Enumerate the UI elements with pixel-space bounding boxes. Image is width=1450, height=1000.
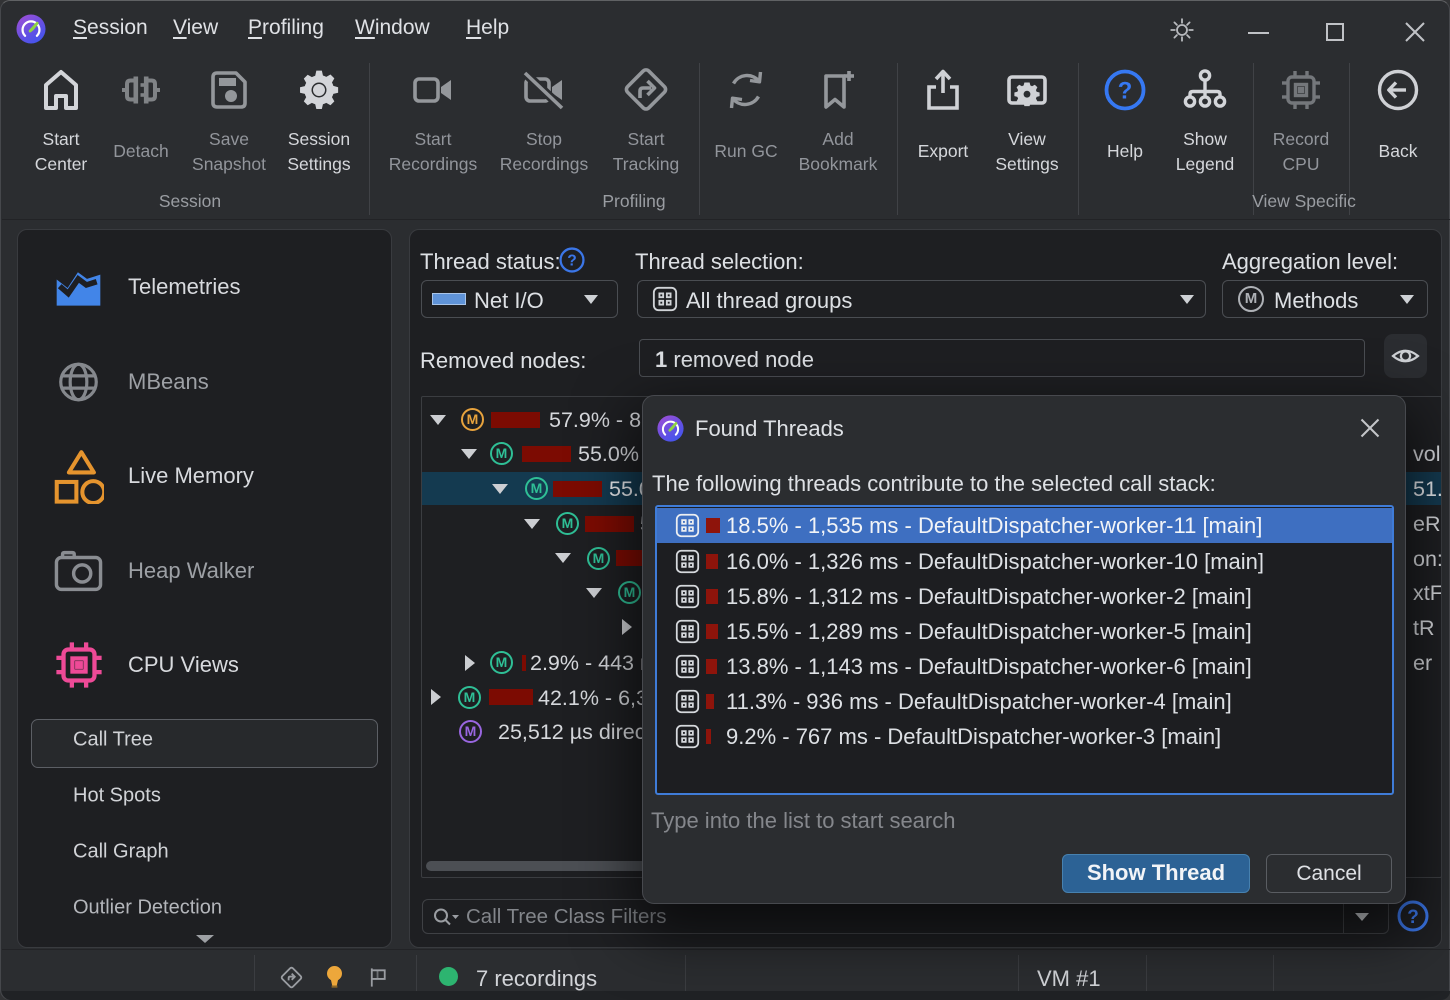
svg-text:?: ? <box>567 253 577 270</box>
svg-text:?: ? <box>1407 907 1419 928</box>
svg-text:?: ? <box>1118 78 1133 105</box>
